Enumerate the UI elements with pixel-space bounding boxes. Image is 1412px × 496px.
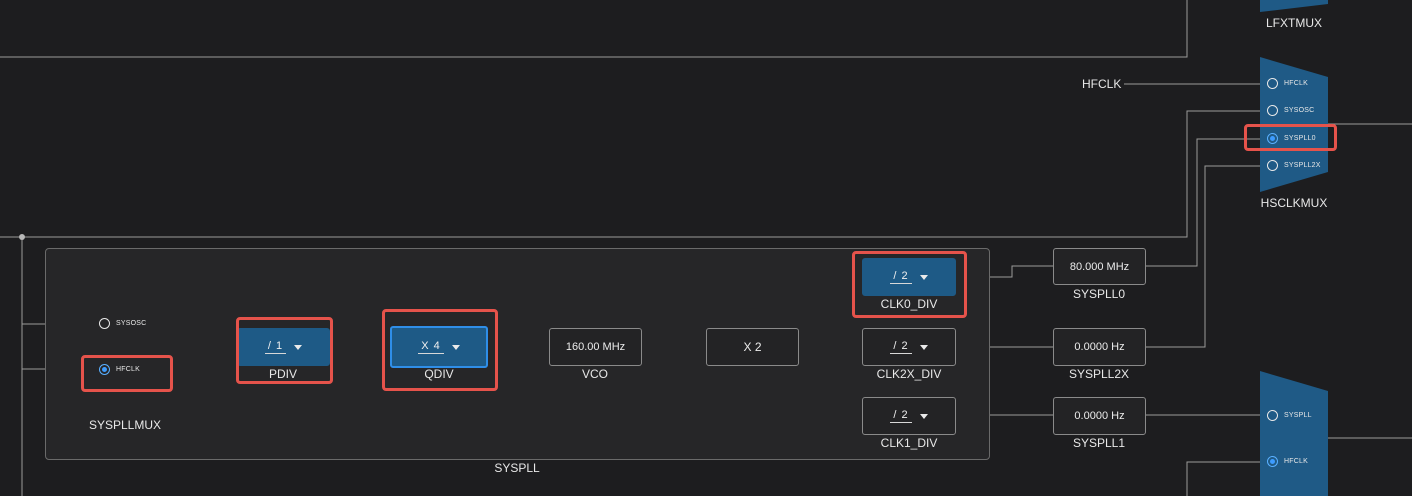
chevron-down-icon	[294, 344, 303, 350]
bottom-mux-option-syspll[interactable]: SYSPLL	[1267, 410, 1312, 421]
radio-icon	[99, 318, 110, 329]
radio-selected-icon	[1267, 133, 1278, 144]
syspll1-value-box: 0.0000 Hz	[1053, 397, 1146, 435]
clk1-div-label: CLK1_DIV	[880, 436, 938, 450]
hfclk-input-label: HFCLK	[1082, 77, 1122, 91]
hsclkmux-option-syspll0[interactable]: SYSPLL0	[1267, 133, 1316, 144]
syspll2x-label: SYSPLL2X	[1068, 367, 1130, 381]
clk2x-div-label: CLK2X_DIV	[876, 367, 942, 381]
syspllmux-option-hfclk[interactable]: HFCLK	[99, 364, 140, 375]
bottom-mux-shape	[1260, 371, 1328, 496]
qdiv-label: QDIV	[424, 367, 454, 381]
lfxtmux-shape	[1260, 0, 1328, 12]
syspllmux-option-sysosc[interactable]: SYSOSC	[99, 318, 146, 329]
clk0-div-dropdown[interactable]: / 2	[862, 258, 956, 296]
radio-selected-icon	[99, 364, 110, 375]
chevron-down-icon	[451, 344, 460, 350]
clk1-div-value: / 2	[890, 409, 912, 423]
chevron-down-icon	[919, 274, 928, 280]
clk1-div-dropdown[interactable]: / 2	[862, 397, 956, 435]
syspllmux-label: SYSPLLMUX	[88, 418, 162, 432]
pdiv-label: PDIV	[268, 367, 298, 381]
qdiv-dropdown[interactable]: X 4	[390, 326, 488, 368]
radio-icon	[1267, 410, 1278, 421]
vco-value-box: 160.00 MHz	[549, 328, 642, 366]
syspll1-label: SYSPLL1	[1072, 436, 1126, 450]
radio-icon	[1267, 160, 1278, 171]
chevron-down-icon	[919, 413, 928, 419]
wire-top	[0, 0, 1188, 58]
syspll0-label: SYSPLL0	[1072, 287, 1126, 301]
clk0-div-value: / 2	[890, 270, 912, 284]
hsclkmux-option-sysosc[interactable]: SYSOSC	[1267, 105, 1314, 116]
clk2x-div-dropdown[interactable]: / 2	[862, 328, 956, 366]
syspll2x-value-box: 0.0000 Hz	[1053, 328, 1146, 366]
pdiv-value: / 1	[264, 340, 287, 354]
hsclkmux-option-hfclk[interactable]: HFCLK	[1267, 78, 1308, 89]
lfxtmux-label: LFXTMUX	[1265, 16, 1323, 30]
x2-multiplier-box: X 2	[706, 328, 799, 366]
hsclkmux-label: HSCLKMUX	[1260, 196, 1328, 210]
wire-sysosc-bus	[0, 110, 1260, 238]
chevron-down-icon	[919, 344, 928, 350]
radio-selected-icon	[1267, 456, 1278, 467]
clk0-div-label: CLK0_DIV	[880, 297, 938, 311]
syspll-group-label: SYSPLL	[494, 461, 540, 475]
pdiv-dropdown[interactable]: / 1	[237, 328, 330, 366]
radio-icon	[1267, 78, 1278, 89]
syspll-group	[45, 248, 990, 460]
qdiv-value: X 4	[418, 340, 444, 354]
hsclkmux-option-syspll2x[interactable]: SYSPLL2X	[1267, 160, 1321, 171]
radio-icon	[1267, 105, 1278, 116]
bottom-mux-option-hfclk[interactable]: HFCLK	[1267, 456, 1308, 467]
clk2x-div-value: / 2	[890, 340, 912, 354]
vco-label: VCO	[581, 367, 609, 381]
syspll0-value-box: 80.000 MHz	[1053, 248, 1146, 285]
